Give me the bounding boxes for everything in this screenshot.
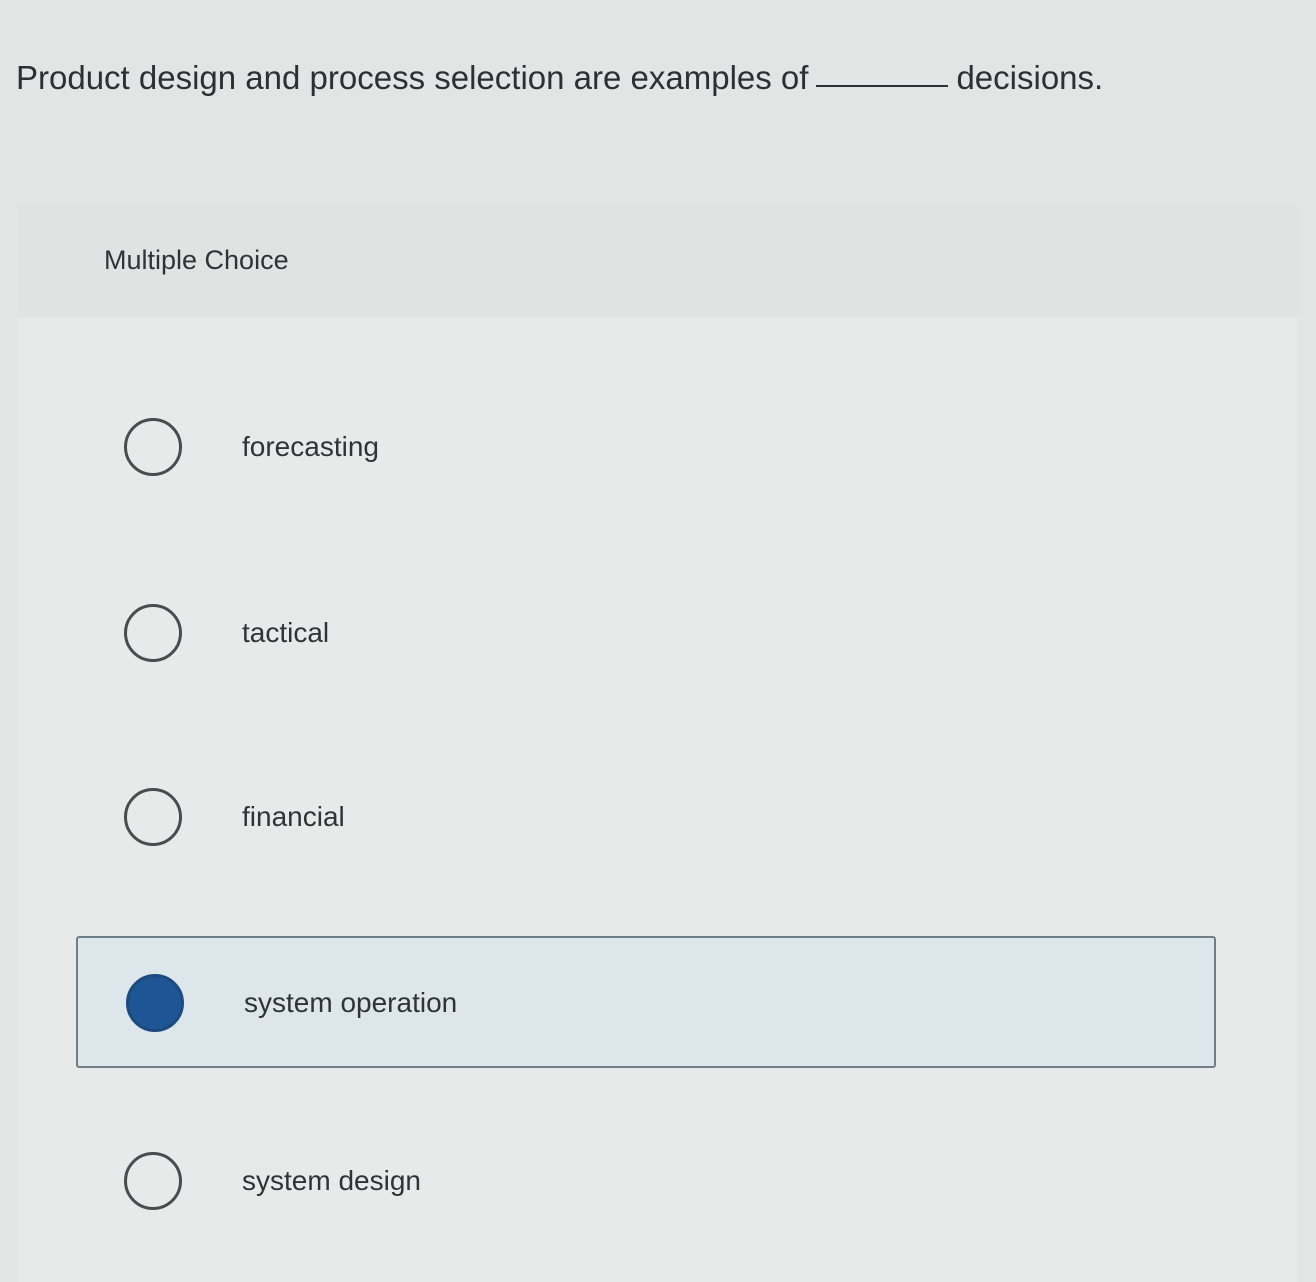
answer-option-system-design[interactable]: system design bbox=[76, 1116, 1216, 1248]
question-text: Product design and process selection are… bbox=[16, 54, 1216, 102]
answer-blank bbox=[816, 85, 949, 87]
answer-option-tactical[interactable]: tactical bbox=[76, 568, 1216, 700]
option-label-system-operation: system operation bbox=[244, 987, 458, 1018]
answer-option-system-operation[interactable]: system operation bbox=[76, 936, 1216, 1068]
panel-header: Multiple Choice bbox=[18, 206, 1298, 318]
option-label-tactical: tactical bbox=[242, 617, 330, 648]
answer-option-financial[interactable]: financial bbox=[76, 752, 1216, 884]
question-text-before: Product design and process selection are… bbox=[16, 59, 809, 96]
option-label-financial: financial bbox=[242, 801, 345, 832]
radio-button-system-design[interactable] bbox=[124, 1152, 182, 1210]
question-text-after: decisions. bbox=[956, 59, 1104, 96]
multiple-choice-panel: Multiple Choice forecasting tactical fin… bbox=[18, 206, 1298, 1282]
radio-button-system-operation-selected[interactable] bbox=[126, 974, 184, 1032]
option-label-system-design: system design bbox=[242, 1165, 421, 1196]
answer-option-forecasting[interactable]: forecasting bbox=[76, 382, 1216, 514]
radio-button-forecasting[interactable] bbox=[124, 418, 182, 476]
question-type-label: Multiple Choice bbox=[104, 245, 289, 275]
option-label-forecasting: forecasting bbox=[242, 431, 379, 462]
radio-button-tactical[interactable] bbox=[124, 604, 182, 662]
radio-button-financial[interactable] bbox=[124, 788, 182, 846]
